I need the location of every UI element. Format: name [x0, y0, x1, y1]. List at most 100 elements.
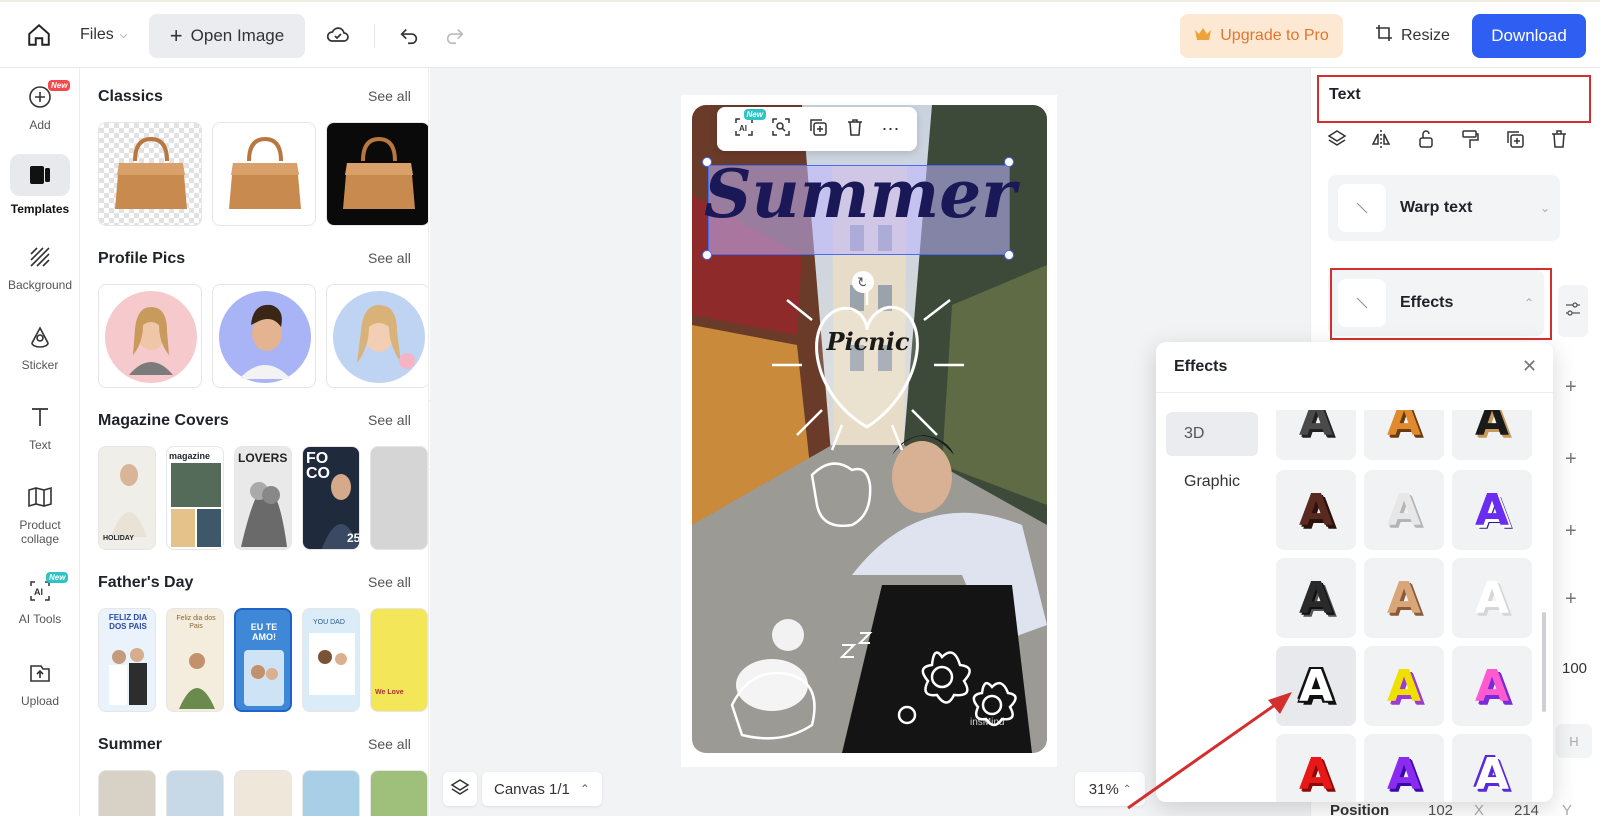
magazine-thumbnail[interactable]: magazine — [166, 446, 224, 550]
position-y-value[interactable]: 214 — [1514, 802, 1539, 816]
effect-preset[interactable]: A — [1452, 734, 1532, 802]
poster-canvas[interactable]: Summer ↻ Picnic insMind — [692, 105, 1047, 753]
rail-item-product-collage[interactable]: Product collage — [0, 482, 80, 546]
effect-preset[interactable]: A — [1276, 410, 1356, 460]
warp-text-row[interactable]: Warp text ⌄ — [1328, 175, 1560, 241]
profile-thumbnail[interactable] — [212, 284, 316, 388]
fathers-day-thumbnail[interactable]: EU TE AMO! — [234, 608, 292, 712]
rail-item-add[interactable]: New Add — [0, 80, 80, 132]
effect-preset[interactable]: A — [1452, 646, 1532, 726]
open-image-button[interactable]: + Open Image — [149, 14, 305, 58]
zoom-value: 31% — [1088, 780, 1119, 798]
rail-item-templates[interactable]: Templates — [0, 154, 80, 216]
effect-preset[interactable]: A — [1276, 734, 1356, 802]
fathers-day-thumbnail[interactable]: Feliz dia dos Pais — [166, 608, 224, 712]
effect-preset[interactable]: A — [1276, 470, 1356, 550]
handbag-image — [343, 136, 415, 209]
summer-thumbnail[interactable] — [234, 770, 292, 816]
resize-button[interactable]: Resize — [1375, 24, 1450, 47]
layers-icon[interactable] — [1326, 128, 1348, 158]
magazine-thumbnail[interactable]: HOLIDAY — [98, 446, 156, 550]
rail-item-upload[interactable]: Upload — [0, 658, 80, 708]
see-all-link[interactable]: See all — [368, 574, 411, 590]
flip-icon[interactable] — [1370, 128, 1392, 158]
home-icon[interactable] — [26, 22, 52, 48]
template-thumbnail[interactable] — [212, 122, 316, 226]
effect-preset[interactable]: A — [1276, 558, 1356, 638]
card-text: Feliz dia dos Pais — [176, 615, 216, 630]
upgrade-to-pro-button[interactable]: Upgrade to Pro — [1180, 14, 1343, 58]
effect-preset[interactable]: A — [1364, 558, 1444, 638]
zoom-control[interactable]: 31% ⌃ — [1075, 772, 1145, 806]
undo-icon[interactable] — [398, 24, 420, 51]
opacity-value[interactable]: 100 — [1562, 660, 1587, 677]
add-icon[interactable]: + — [1565, 448, 1577, 471]
upload-icon — [22, 658, 58, 688]
add-icon[interactable]: + — [1565, 588, 1577, 611]
summer-thumbnail[interactable] — [302, 770, 360, 816]
add-icon[interactable]: + — [1565, 520, 1577, 543]
left-tool-rail: New Add Templates Background Sticker Tex… — [0, 68, 80, 816]
profile-photo — [219, 291, 311, 383]
magazine-text: FO CO — [306, 450, 330, 482]
summer-thumbnail[interactable] — [98, 770, 156, 816]
summer-thumbnail[interactable] — [370, 770, 428, 816]
summer-thumbnail[interactable] — [166, 770, 224, 816]
more-options-icon[interactable]: ⋯ — [882, 119, 901, 140]
download-button[interactable]: Download — [1472, 14, 1586, 58]
unlock-icon[interactable] — [1415, 128, 1437, 158]
position-x-label: X — [1474, 802, 1485, 816]
format-painter-icon[interactable] — [1459, 128, 1481, 158]
template-thumbnail[interactable] — [98, 122, 202, 226]
effect-preset[interactable]: A — [1452, 470, 1532, 550]
magazine-thumbnail[interactable]: LOVERS — [234, 446, 292, 550]
canvas-page-selector[interactable]: Canvas 1/1 ⌃ — [482, 772, 602, 806]
position-x-value[interactable]: 102 — [1428, 802, 1453, 816]
cloud-sync-icon[interactable] — [326, 24, 350, 51]
rail-item-ai-tools[interactable]: AI New AI Tools — [0, 572, 80, 626]
duplicate-icon[interactable] — [808, 117, 828, 142]
fathers-day-thumbnail[interactable]: YOU DAD — [302, 608, 360, 712]
effect-preset[interactable]: A — [1364, 646, 1444, 726]
files-menu[interactable]: Files ⌵ — [80, 26, 127, 44]
rail-item-background[interactable]: Background — [0, 242, 80, 292]
effect-preset[interactable]: A — [1364, 470, 1444, 550]
height-input[interactable]: H — [1556, 724, 1592, 758]
effect-preset[interactable]: A — [1364, 410, 1444, 460]
close-icon[interactable]: ✕ — [1522, 356, 1537, 377]
profile-thumbnail[interactable] — [326, 284, 428, 388]
see-all-link[interactable]: See all — [368, 412, 411, 428]
trash-icon[interactable] — [845, 117, 865, 142]
effect-settings-button[interactable] — [1558, 285, 1588, 337]
ai-text-icon[interactable]: AI New — [734, 108, 766, 142]
duplicate-icon[interactable] — [1504, 128, 1526, 158]
template-thumbnail[interactable] — [326, 122, 428, 226]
effect-preset[interactable]: A — [1452, 410, 1532, 460]
scan-icon[interactable] — [771, 117, 791, 142]
see-all-link[interactable]: See all — [368, 250, 411, 266]
rail-item-sticker[interactable]: Sticker — [0, 322, 80, 372]
layers-button[interactable] — [443, 772, 477, 806]
magazine-thumbnail[interactable]: FO CO 25 — [302, 446, 360, 550]
effect-preset[interactable]: A — [1452, 558, 1532, 638]
fathers-day-thumbnail[interactable]: FELIZ DIA DOS PAIS — [98, 608, 156, 712]
position-y-label: Y — [1562, 802, 1573, 816]
section-title-classics: Classics — [98, 88, 163, 105]
see-all-link[interactable]: See all — [368, 736, 411, 752]
magazine-thumbnail[interactable] — [370, 446, 428, 550]
fathers-day-thumbnail[interactable]: We Love — [370, 608, 428, 712]
effects-highlight-box — [1330, 268, 1552, 340]
effect-category-graphic[interactable]: Graphic — [1166, 460, 1258, 504]
redo-icon[interactable] — [444, 24, 466, 51]
trash-icon[interactable] — [1548, 128, 1570, 158]
rail-item-text[interactable]: Text — [0, 402, 80, 452]
picnic-text[interactable]: Picnic — [820, 327, 916, 356]
see-all-link[interactable]: See all — [368, 88, 411, 104]
effect-preset[interactable]: A — [1364, 734, 1444, 802]
effect-category-3d[interactable]: 3D — [1166, 412, 1258, 456]
effects-scrollbar[interactable] — [1542, 612, 1546, 712]
profile-thumbnail[interactable] — [98, 284, 202, 388]
add-icon[interactable]: + — [1565, 376, 1577, 399]
section-title-profile-pics: Profile Pics — [98, 250, 186, 267]
effect-preset-selected[interactable]: A — [1276, 646, 1356, 726]
